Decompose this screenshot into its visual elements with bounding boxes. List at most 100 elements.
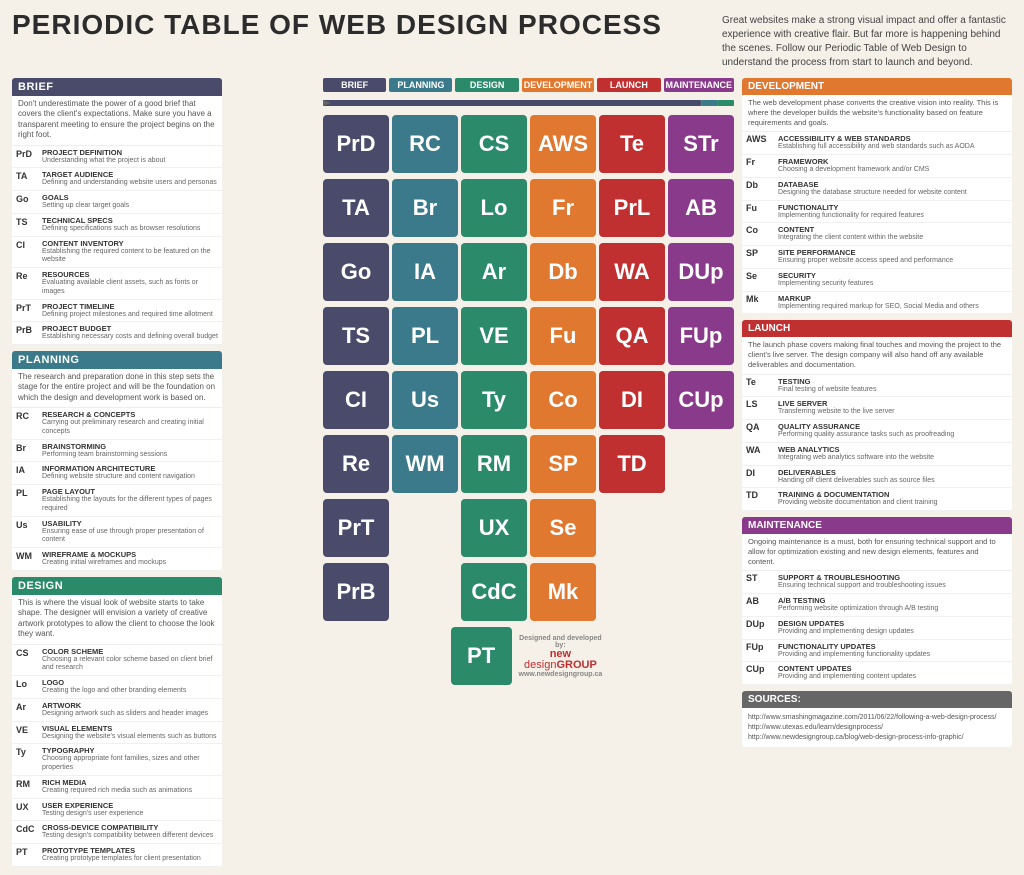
- pencil-bar: [323, 97, 734, 109]
- maintenance-header: MAINTENANCE: [742, 517, 1012, 534]
- cell-Co: Co: [530, 371, 596, 429]
- table-row: PrB CdC Mk: [230, 563, 734, 621]
- list-item: CUpCONTENT UPDATESProviding and implemen…: [742, 662, 1012, 685]
- list-item: TeTESTINGFinal testing of website featur…: [742, 375, 1012, 398]
- cell-TA: TA: [323, 179, 389, 237]
- cell-FUp: FUp: [668, 307, 734, 365]
- list-item: MkMARKUPImplementing required markup for…: [742, 292, 1012, 315]
- design-header: DESIGN: [12, 577, 222, 595]
- cell-Db: Db: [530, 243, 596, 301]
- list-item: FUpFUNCTIONALITY UPDATESProviding and im…: [742, 640, 1012, 663]
- list-item: TSTECHNICAL SPECSDefining specifications…: [12, 214, 222, 237]
- periodic-table: BRIEF PLANNING DESIGN DEVELOPMENT LAUNCH…: [230, 78, 734, 867]
- list-item: STSUPPORT & TROUBLESHOOTINGEnsuring tech…: [742, 571, 1012, 594]
- list-item: PrTPROJECT TIMELINEDefining project mile…: [12, 300, 222, 323]
- cell-CS: CS: [461, 115, 527, 173]
- page-title: PERIODIC TABLE OF WEB DESIGN PROCESS: [12, 10, 712, 41]
- cell-WM: WM: [392, 435, 458, 493]
- sources-header: SOURCES:: [742, 691, 1012, 708]
- list-item: UsUSABILITYEnsuring ease of use through …: [12, 517, 222, 549]
- cell-CUp: CUp: [668, 371, 734, 429]
- maintenance-section: MAINTENANCE Ongoing maintenance is a mus…: [742, 517, 1012, 685]
- launch-items: TeTESTINGFinal testing of website featur…: [742, 375, 1012, 512]
- cell-Re: Re: [323, 435, 389, 493]
- planning-section: PLANNING The research and preparation do…: [12, 351, 222, 571]
- cell-Go: Go: [323, 243, 389, 301]
- design-desc: This is where the visual look of website…: [12, 595, 222, 645]
- cell-Us: Us: [392, 371, 458, 429]
- list-item: RCRESEARCH & CONCEPTSCarrying out prelim…: [12, 408, 222, 440]
- list-item: TyTYPOGRAPHYChoosing appropriate font fa…: [12, 744, 222, 776]
- left-panel: BRIEF Don't underestimate the power of a…: [12, 78, 222, 867]
- right-panel: DEVELOPMENT The web development phase co…: [742, 78, 1012, 867]
- cell-TS: TS: [323, 307, 389, 365]
- brief-items: PrDPROJECT DEFINITIONUnderstanding what …: [12, 146, 222, 346]
- col-header-launch: LAUNCH: [597, 78, 660, 92]
- cell-empty: [599, 499, 665, 557]
- cell-empty: [668, 499, 734, 557]
- list-item: ABA/B TESTINGPerforming website optimiza…: [742, 594, 1012, 617]
- table-row: TS PL VE Fu QA FUp: [230, 307, 734, 365]
- col-header-design: DESIGN: [455, 78, 518, 92]
- list-item: SeSECURITYImplementing security features: [742, 269, 1012, 292]
- cell-Lo: Lo: [461, 179, 527, 237]
- cell-Se: Se: [530, 499, 596, 557]
- cell-VE: VE: [461, 307, 527, 365]
- list-item: DUpDESIGN UPDATESProviding and implement…: [742, 617, 1012, 640]
- development-section: DEVELOPMENT The web development phase co…: [742, 78, 1012, 314]
- brief-section: BRIEF Don't underestimate the power of a…: [12, 78, 222, 345]
- cell-QA: QA: [599, 307, 665, 365]
- cell-IA: IA: [392, 243, 458, 301]
- list-item: BrBRAINSTORMINGPerforming team brainstor…: [12, 440, 222, 463]
- development-items: AWSACCESSIBILITY & WEB STANDARDSEstablis…: [742, 132, 1012, 314]
- brief-desc: Don't underestimate the power of a good …: [12, 96, 222, 146]
- cell-PL: PL: [392, 307, 458, 365]
- list-item: CICONTENT INVENTORYEstablishing the requ…: [12, 237, 222, 269]
- brief-header: BRIEF: [12, 78, 222, 96]
- cell-PrB: PrB: [323, 563, 389, 621]
- list-item: RMRICH MEDIACreating required rich media…: [12, 776, 222, 799]
- list-item: CdCCROSS-DEVICE COMPATIBILITYTesting des…: [12, 821, 222, 844]
- cell-AWS: AWS: [530, 115, 596, 173]
- cell-empty: [668, 563, 734, 621]
- designed-by-label: Designed and developed by:: [519, 635, 603, 649]
- table-row: Go IA Ar Db WA DUp: [230, 243, 734, 301]
- cell-Te: Te: [599, 115, 665, 173]
- table-row: CI Us Ty Co DI CUp: [230, 371, 734, 429]
- list-item: PTPROTOTYPE TEMPLATESCreating prototype …: [12, 844, 222, 867]
- pencil-bar-row: [230, 97, 734, 109]
- list-item: ReRESOURCESEvaluating available client a…: [12, 268, 222, 300]
- table-row: TA Br Lo Fr PrL AB: [230, 179, 734, 237]
- brand-name: new designGROUP: [519, 649, 603, 671]
- col-header-maintenance: MAINTENANCE: [664, 78, 735, 92]
- maintenance-desc: Ongoing maintenance is a must, both for …: [742, 534, 1012, 571]
- cell-Ty: Ty: [461, 371, 527, 429]
- list-item: TATARGET AUDIENCEDefining and understand…: [12, 168, 222, 191]
- cell-empty: Designed and developed by: new designGRO…: [515, 627, 607, 685]
- list-item: AWSACCESSIBILITY & WEB STANDARDSEstablis…: [742, 132, 1012, 155]
- launch-section: LAUNCH The launch phase covers making fi…: [742, 320, 1012, 511]
- list-item: ArARTWORKDesigning artwork such as slide…: [12, 699, 222, 722]
- planning-desc: The research and preparation done in thi…: [12, 369, 222, 408]
- website-url: www.newdesigngroup.ca: [519, 671, 603, 678]
- table-row: PrT UX Se: [230, 499, 734, 557]
- cell-PT: PT: [451, 627, 512, 685]
- cell-empty: [668, 435, 734, 493]
- title-row: PERIODIC TABLE OF WEB DESIGN PROCESS Gre…: [12, 10, 1012, 70]
- cell-Mk: Mk: [530, 563, 596, 621]
- list-item: PrDPROJECT DEFINITIONUnderstanding what …: [12, 146, 222, 169]
- list-item: FrFRAMEWORKChoosing a development framew…: [742, 155, 1012, 178]
- cell-empty: [609, 627, 670, 685]
- list-item: VEVISUAL ELEMENTSDesigning the website's…: [12, 722, 222, 745]
- cell-PrD: PrD: [323, 115, 389, 173]
- cell-empty: [392, 563, 458, 621]
- list-item: UXUSER EXPERIENCETesting design's user e…: [12, 799, 222, 822]
- development-desc: The web development phase converts the c…: [742, 95, 1012, 132]
- title-description: Great websites make a strong visual impa…: [722, 10, 1012, 70]
- table-row: PT Designed and developed by: new design…: [230, 627, 734, 685]
- cell-Fr: Fr: [530, 179, 596, 237]
- planning-items: RCRESEARCH & CONCEPTSCarrying out prelim…: [12, 408, 222, 571]
- list-item: IAINFORMATION ARCHITECTUREDefining websi…: [12, 462, 222, 485]
- launch-desc: The launch phase covers making final tou…: [742, 337, 1012, 374]
- cell-TD: TD: [599, 435, 665, 493]
